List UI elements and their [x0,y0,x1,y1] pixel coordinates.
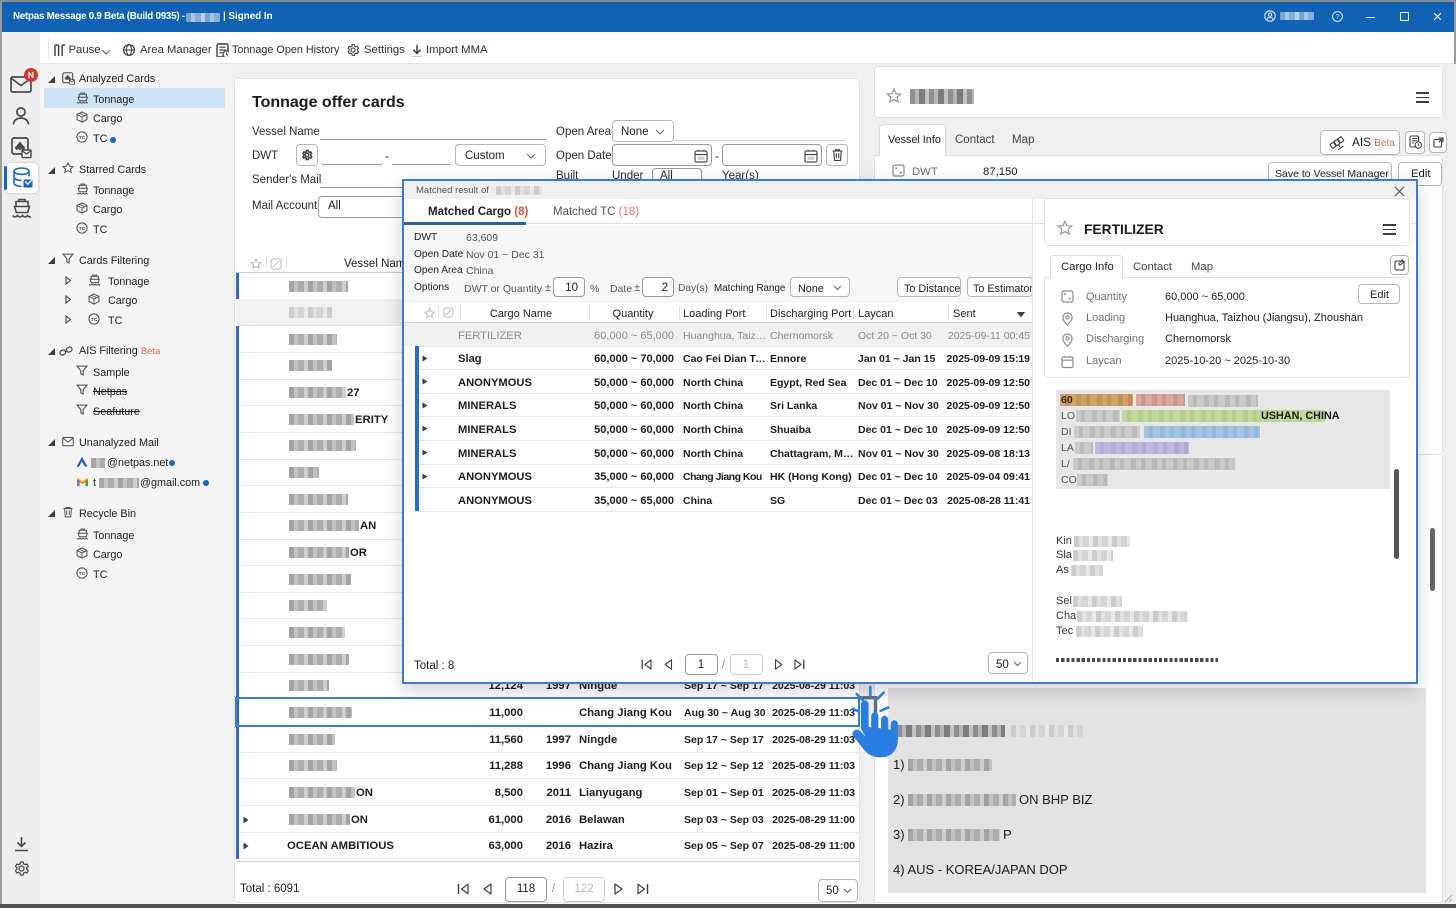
svg-text:TC: TC [91,317,98,323]
svg-text:TC: TC [79,226,86,232]
svg-text:TC: TC [79,571,86,577]
svg-text:TC: TC [79,135,86,141]
svg-text:?: ? [1336,14,1340,21]
